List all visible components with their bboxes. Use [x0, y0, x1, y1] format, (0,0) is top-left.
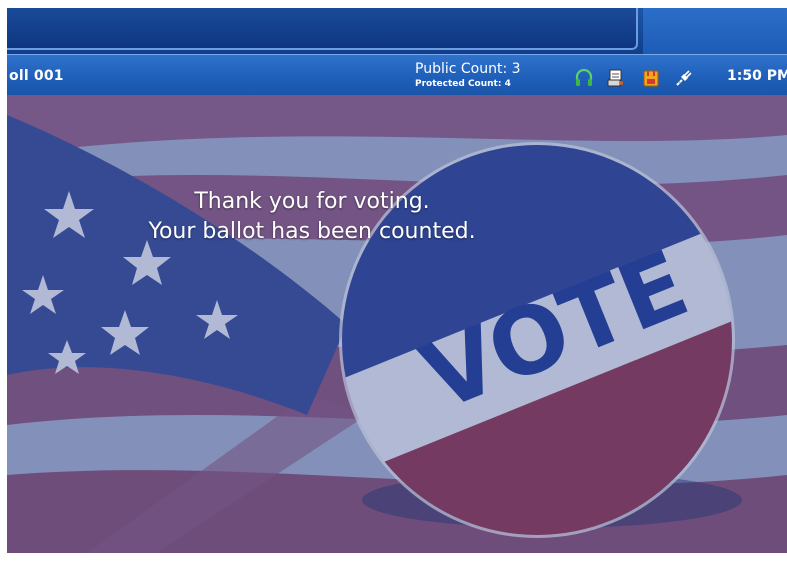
- voting-screen: oll 001 Public Count: 3 Protected Count:…: [7, 8, 787, 553]
- headphones-icon: [575, 68, 593, 86]
- ballot-counted-line: Your ballot has been counted.: [148, 219, 476, 244]
- protected-count: Protected Count: 4: [415, 79, 511, 89]
- thank-you-line: Thank you for voting.: [194, 189, 430, 214]
- status-bar: oll 001 Public Count: 3 Protected Count:…: [7, 54, 787, 96]
- clock: 1:50 PM: [727, 68, 787, 84]
- poll-label: oll 001: [9, 68, 64, 84]
- public-count: Public Count: 3: [415, 61, 521, 77]
- flag-and-vote-button-background: VOTE: [7, 95, 787, 553]
- power-plug-icon: [676, 70, 692, 86]
- title-bar-right: [643, 8, 787, 54]
- title-bar: [7, 8, 787, 54]
- title-panel: [7, 8, 638, 50]
- thank-you-message: Thank you for voting. Your ballot has be…: [7, 187, 617, 247]
- printer-document-icon: [607, 69, 623, 87]
- memory-card-icon: [643, 70, 659, 87]
